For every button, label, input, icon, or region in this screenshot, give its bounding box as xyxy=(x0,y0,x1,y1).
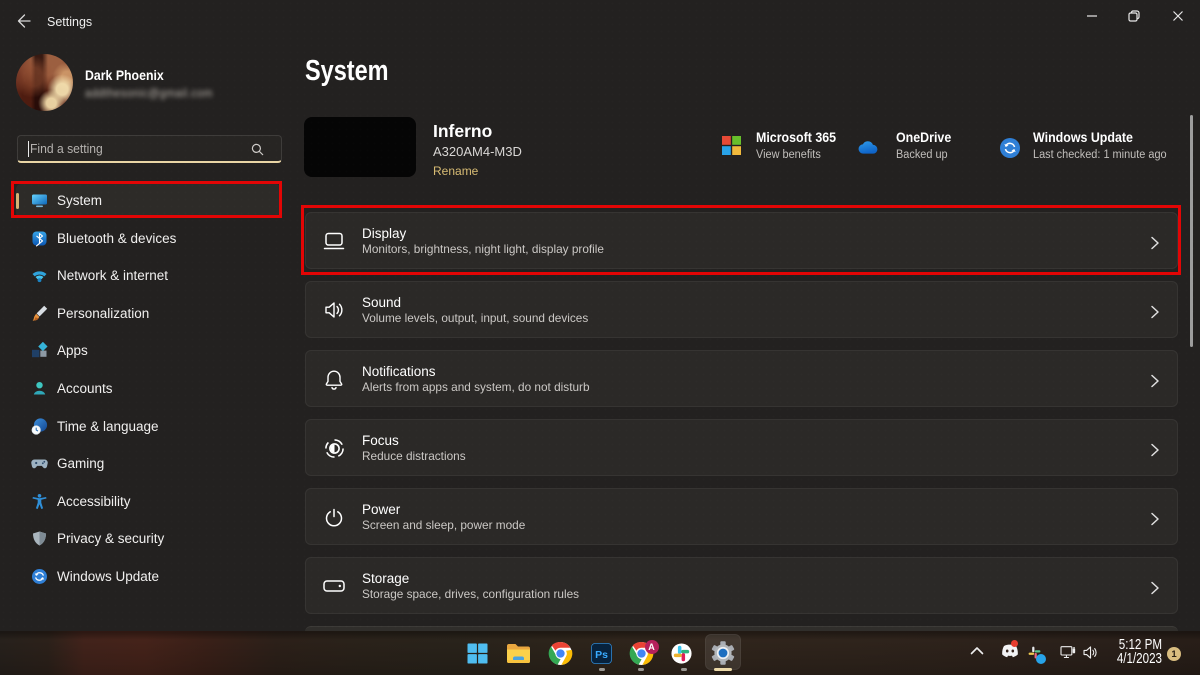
svg-text:Ps: Ps xyxy=(595,648,608,660)
